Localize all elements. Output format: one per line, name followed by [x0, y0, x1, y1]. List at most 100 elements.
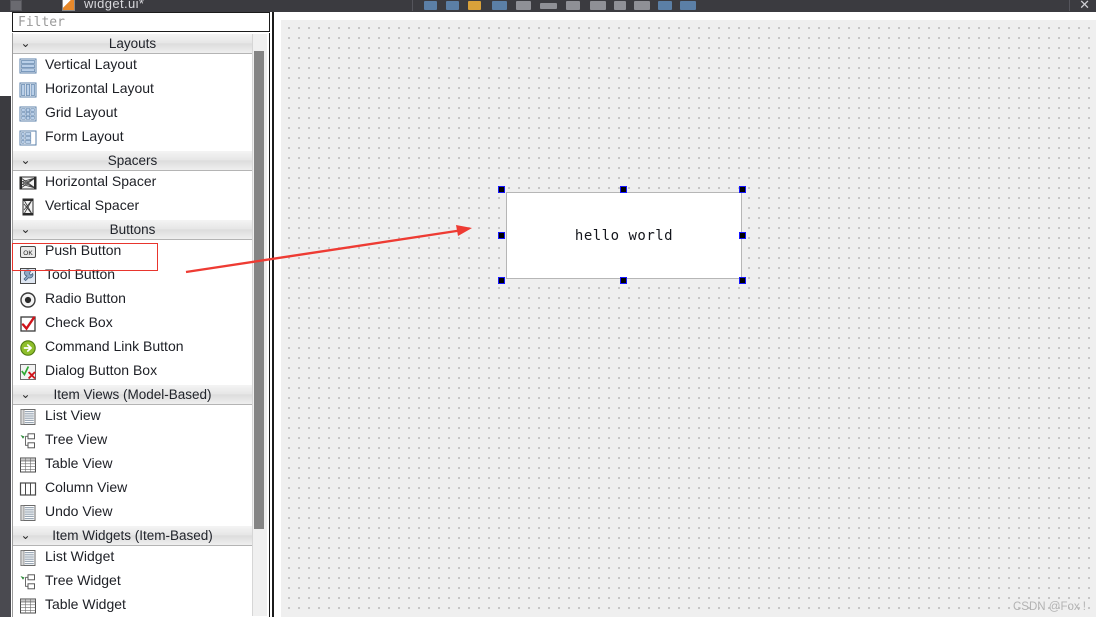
form-settings-icon[interactable] [446, 1, 459, 10]
widget-item-tree-view[interactable]: Tree View [13, 429, 252, 453]
list-view-icon [19, 408, 37, 426]
section-title: Item Views (Model-Based) [53, 387, 212, 402]
widget-item-label: Dialog Button Box [45, 362, 158, 378]
resize-handle-top-right[interactable] [739, 186, 746, 193]
widget-item-label: Table Widget [45, 596, 126, 612]
break-layout-icon[interactable] [658, 1, 672, 10]
title-bar: widget.ui* ✕ [0, 0, 1096, 12]
filter-placeholder: Filter [18, 15, 65, 30]
tree-view-icon [19, 432, 37, 450]
widget-item-column-view[interactable]: Column View [13, 477, 252, 501]
section-title: Buttons [109, 222, 156, 237]
widget-item-label: List View [45, 407, 101, 423]
layout-split-h-icon[interactable] [566, 1, 580, 10]
widget-box-section-header-item-views[interactable]: ⌄ Item Views (Model-Based) [13, 384, 252, 405]
resize-handle-bottom-right[interactable] [739, 277, 746, 284]
app-icon [62, 0, 75, 11]
widget-item-vertical-layout[interactable]: Vertical Layout [13, 54, 252, 78]
widget-box-section-header-spacers[interactable]: ⌄ Spacers [13, 150, 252, 171]
section-title: Item Widgets (Item-Based) [52, 528, 213, 543]
form-widget-label[interactable]: hello world [506, 192, 742, 279]
widget-item-horizontal-layout[interactable]: Horizontal Layout [13, 78, 252, 102]
form-canvas[interactable] [281, 20, 1096, 617]
widget-item-label: Check Box [45, 314, 113, 330]
splitter-gap [274, 12, 281, 617]
widget-item-table-widget[interactable]: Table Widget [13, 594, 252, 617]
widget-item-undo-view[interactable]: Undo View [13, 501, 252, 525]
widget-item-label: Grid Layout [45, 104, 118, 120]
widget-box-section-header-item-widgets[interactable]: ⌄ Item Widgets (Item-Based) [13, 525, 252, 546]
resize-handle-top-left[interactable] [498, 186, 505, 193]
adjust-size-icon[interactable] [680, 1, 696, 10]
widget-item-command-link-button[interactable]: Command Link Button [13, 336, 252, 360]
widget-item-label: Tool Button [45, 266, 116, 282]
widget-item-check-box[interactable]: Check Box [13, 312, 252, 336]
widget-item-label: Form Layout [45, 128, 124, 144]
widget-item-label: Horizontal Spacer [45, 173, 157, 189]
widget-item-dialog-button-box[interactable]: Dialog Button Box [13, 360, 252, 384]
buddy-edit-icon[interactable] [492, 1, 507, 10]
column-view-icon [19, 480, 37, 498]
form-widget-text: hello world [574, 228, 674, 244]
widget-item-label: Horizontal Layout [45, 80, 154, 96]
widget-item-tree-widget[interactable]: Tree Widget [13, 570, 252, 594]
watermark-text: CSDN @Fox ! [1012, 601, 1086, 613]
list-widget-icon [19, 549, 37, 567]
form-preview-icon[interactable] [424, 1, 437, 10]
section-title: Spacers [107, 153, 158, 168]
layout-grid-icon[interactable] [614, 1, 626, 10]
widget-item-list-widget[interactable]: List Widget [13, 546, 252, 570]
widget-box-list[interactable]: ⌄ Layouts Vertical Layout Horizontal Layout… [13, 33, 252, 617]
resize-handle-middle-left[interactable] [498, 232, 505, 239]
radio-button-icon [19, 291, 37, 309]
dialog-button-box-icon [19, 363, 37, 381]
layout-grid-icon [19, 105, 37, 123]
widget-item-label: Column View [45, 479, 128, 495]
widget-item-tool-button[interactable]: Tool Button [13, 264, 252, 288]
toolbar-separator [412, 0, 413, 11]
widget-item-label: Vertical Layout [45, 56, 137, 72]
layout-split-v-icon[interactable] [590, 1, 606, 10]
widget-item-table-view[interactable]: Table View [13, 453, 252, 477]
close-icon[interactable]: ✕ [1079, 0, 1090, 12]
widget-item-label: Tree Widget [45, 572, 121, 588]
filter-input[interactable]: Filter [12, 12, 270, 32]
svg-text:OK: OK [23, 250, 33, 257]
widget-item-grid-layout[interactable]: Grid Layout [13, 102, 252, 126]
resize-handle-middle-right[interactable] [739, 232, 746, 239]
tree-widget-icon [19, 573, 37, 591]
widget-box-panel: ⌄ Layouts Vertical Layout Horizontal Layout… [12, 33, 270, 617]
layout-form-icon[interactable] [634, 1, 650, 10]
layout-vertical-icon [19, 57, 37, 75]
layout-form-icon [19, 129, 37, 147]
widget-item-label: List Widget [45, 548, 115, 564]
push-button-icon: OK [19, 243, 37, 261]
widget-item-vertical-spacer[interactable]: Vertical Spacer [13, 195, 252, 219]
signal-slot-icon[interactable] [468, 1, 481, 10]
qt-designer-window: widget.ui* ✕ Filter ⌄ Layouts Vertical Lay… [0, 0, 1096, 617]
widget-item-label: Radio Button [45, 290, 126, 306]
widget-item-form-layout[interactable]: Form Layout [13, 126, 252, 150]
table-view-icon [19, 456, 37, 474]
widget-box-section-header-buttons[interactable]: ⌄ Buttons [13, 219, 252, 240]
resize-handle-bottom-center[interactable] [620, 277, 627, 284]
widget-item-horizontal-spacer[interactable]: Horizontal Spacer [13, 171, 252, 195]
widget-box-scrollbar-thumb[interactable] [254, 51, 264, 529]
layout-vertical-icon[interactable] [516, 1, 531, 10]
spacer-vertical-icon [19, 198, 37, 216]
resize-handle-top-center[interactable] [620, 186, 627, 193]
widget-item-label: Tree View [45, 431, 108, 447]
layout-horizontal-icon [19, 81, 37, 99]
widget-item-list-view[interactable]: List View [13, 405, 252, 429]
widget-box-section-header-layouts[interactable]: ⌄ Layouts [13, 33, 252, 54]
section-title: Layouts [108, 36, 157, 51]
widget-item-push-button[interactable]: OK Push Button [13, 240, 252, 264]
resize-handle-bottom-left[interactable] [498, 277, 505, 284]
check-box-icon [19, 315, 37, 333]
widget-item-label: Push Button [45, 242, 122, 258]
widget-item-radio-button[interactable]: Radio Button [13, 288, 252, 312]
widget-item-label: Command Link Button [45, 338, 184, 354]
dock-handle-icon[interactable] [10, 0, 22, 11]
layout-horizontal-icon[interactable] [540, 3, 557, 9]
widget-item-label: Table View [45, 455, 113, 471]
